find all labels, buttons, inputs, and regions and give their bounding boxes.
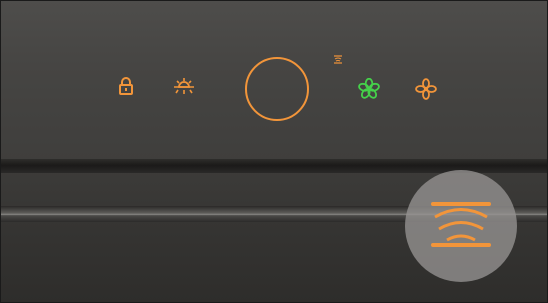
breeze-sensor-icon [431, 202, 491, 247]
power-ring-icon[interactable] [244, 56, 310, 122]
boost-indicator-icon [334, 55, 342, 64]
fan-icon[interactable] [415, 78, 437, 100]
appliance-panel-frame [0, 0, 548, 303]
breeze-sensor-badge [405, 170, 517, 282]
light-bulb-icon[interactable] [173, 75, 195, 99]
fan-icon[interactable] [358, 78, 380, 100]
lock-icon[interactable] [118, 77, 134, 95]
